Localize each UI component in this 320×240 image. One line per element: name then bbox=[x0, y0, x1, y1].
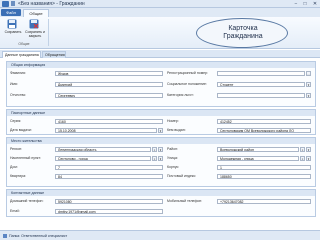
district-dropdown-icon[interactable]: ▾ bbox=[306, 147, 311, 152]
home-phone-field[interactable]: 5921080 bbox=[55, 199, 163, 204]
form-content: Общая информация Фамилия: Жуков Имя: Дми… bbox=[2, 59, 318, 230]
benefit-dropdown-icon[interactable]: ▾ bbox=[306, 93, 311, 98]
email-field[interactable]: dmitry.1971@gmail.com bbox=[55, 209, 163, 214]
minimize-button[interactable]: − bbox=[292, 1, 300, 7]
region-dropdown-icon[interactable]: ▾ bbox=[158, 147, 163, 152]
region-field[interactable]: Ленинградская область bbox=[55, 147, 151, 152]
section-title-residence: Место жительства bbox=[7, 138, 315, 144]
postal-label: Почтовый индекс: bbox=[167, 174, 197, 178]
tab-citizen-data[interactable]: Данные гражданина bbox=[2, 51, 41, 58]
ribbon-group-label: Общие bbox=[18, 42, 30, 46]
name-field[interactable]: Дмитрий bbox=[55, 82, 163, 87]
apartment-label: Квартира: bbox=[10, 174, 27, 178]
save-label: Сохранить bbox=[4, 30, 22, 34]
close-button[interactable]: ✕ bbox=[311, 1, 319, 7]
locality-dropdown-icon[interactable]: ▾ bbox=[158, 156, 163, 161]
tab-requests[interactable]: Обращения bbox=[42, 51, 66, 58]
number-label: Номер: bbox=[167, 119, 179, 123]
residence-section: Место жительства Регион: Ленинградская о… bbox=[6, 137, 316, 187]
benefit-label: Категория льгот: bbox=[167, 93, 194, 97]
patronymic-field[interactable]: Сергеевич bbox=[55, 93, 163, 98]
apartment-field[interactable]: 84 bbox=[55, 174, 163, 179]
name-label: Имя: bbox=[10, 82, 18, 86]
section-title-passport: Паспортные данные bbox=[7, 110, 315, 116]
benefit-field[interactable] bbox=[217, 93, 305, 98]
street-field[interactable]: Молодежная - улица bbox=[217, 156, 299, 161]
save-close-icon bbox=[29, 19, 39, 29]
callout-title: Карточка bbox=[228, 25, 258, 32]
locality-field[interactable]: Сертолово - город bbox=[55, 156, 151, 161]
social-dropdown-icon[interactable]: ▾ bbox=[306, 82, 311, 87]
window-title: <Без названия> - Гражданин bbox=[18, 1, 85, 7]
save-and-close-label: Сохранить и закрыть bbox=[25, 30, 45, 38]
card-callout: Карточка Гражданина bbox=[196, 18, 288, 48]
mobile-field[interactable]: +79213647082 bbox=[217, 199, 311, 204]
number-field[interactable]: 412452 bbox=[217, 119, 311, 124]
issue-date-label: Дата выдачи: bbox=[10, 128, 32, 132]
postal-field[interactable]: 188650 bbox=[217, 174, 311, 179]
building-field[interactable]: 1 bbox=[217, 165, 311, 170]
save-button[interactable]: Сохранить bbox=[2, 19, 24, 39]
callout-subtitle: Гражданина bbox=[223, 33, 263, 40]
locality-label: Населенный пункт: bbox=[10, 156, 42, 160]
issued-by-label: Кем выдан: bbox=[167, 128, 186, 132]
issue-date-field[interactable]: 15.10.2008 bbox=[55, 128, 157, 133]
patronymic-label: Отчество: bbox=[10, 93, 27, 97]
regnum-field[interactable] bbox=[217, 71, 305, 76]
house-label: Дом: bbox=[10, 165, 18, 169]
series-field[interactable]: 4160 bbox=[55, 119, 163, 124]
building-label: Корпус: bbox=[167, 165, 180, 169]
save-and-close-button[interactable]: Сохранить и закрыть bbox=[24, 19, 46, 39]
house-field[interactable]: 7 bbox=[55, 165, 163, 170]
section-title-general: Общая информация bbox=[7, 62, 315, 68]
app-icon bbox=[2, 1, 9, 7]
section-title-contacts: Контактные данные bbox=[7, 190, 315, 196]
status-text: Папка: Ответственный специалист bbox=[9, 234, 68, 238]
file-tab[interactable]: Файл bbox=[1, 9, 21, 16]
floppy-disk-icon bbox=[7, 19, 17, 29]
contacts-section: Контактные данные Домашний телефон: 5921… bbox=[6, 189, 316, 217]
regnum-label: Регистрационный номер: bbox=[167, 71, 208, 75]
street-clear-icon[interactable]: × bbox=[300, 156, 305, 161]
region-label: Регион: bbox=[10, 147, 23, 151]
region-clear-icon[interactable]: × bbox=[152, 147, 157, 152]
surname-field[interactable]: Жуков bbox=[55, 71, 163, 76]
district-clear-icon[interactable]: × bbox=[300, 147, 305, 152]
locality-clear-icon[interactable]: × bbox=[152, 156, 157, 161]
social-field[interactable]: Студент bbox=[217, 82, 305, 87]
home-phone-label: Домашний телефон: bbox=[10, 199, 44, 203]
social-label: Социальное положение: bbox=[167, 82, 207, 86]
quick-access-save-icon[interactable] bbox=[11, 1, 15, 6]
home-tab[interactable]: Общие bbox=[23, 9, 49, 17]
maximize-button[interactable]: □ bbox=[301, 1, 309, 7]
surname-label: Фамилия: bbox=[10, 71, 26, 75]
title-bar: <Без названия> - Гражданин − □ ✕ bbox=[0, 0, 320, 8]
status-bar: Папка: Ответственный специалист bbox=[0, 230, 320, 240]
street-label: Улица: bbox=[167, 156, 178, 160]
street-dropdown-icon[interactable]: ▾ bbox=[306, 156, 311, 161]
series-label: Серия: bbox=[10, 119, 22, 123]
issued-by-field[interactable]: Сертоловским ОМ Всеволожского района ЛО bbox=[217, 128, 311, 133]
document-tabs: Данные гражданина Обращения bbox=[0, 50, 320, 58]
district-field[interactable]: Всеволожский район bbox=[217, 147, 299, 152]
calendar-dropdown-icon[interactable]: ▾ bbox=[158, 128, 163, 133]
email-label: Email: bbox=[10, 209, 20, 213]
district-label: Район: bbox=[167, 147, 178, 151]
general-info-section: Общая информация Фамилия: Жуков Имя: Дми… bbox=[6, 61, 316, 107]
ribbon-separator bbox=[48, 19, 49, 46]
mobile-label: Мобильный телефон: bbox=[167, 199, 203, 203]
passport-section: Паспортные данные Серия: 4160 Дата выдач… bbox=[6, 109, 316, 135]
regnum-lookup-icon[interactable]: … bbox=[306, 71, 311, 76]
ribbon-tab-strip: Файл Общие bbox=[0, 8, 320, 17]
folder-icon bbox=[3, 234, 7, 238]
